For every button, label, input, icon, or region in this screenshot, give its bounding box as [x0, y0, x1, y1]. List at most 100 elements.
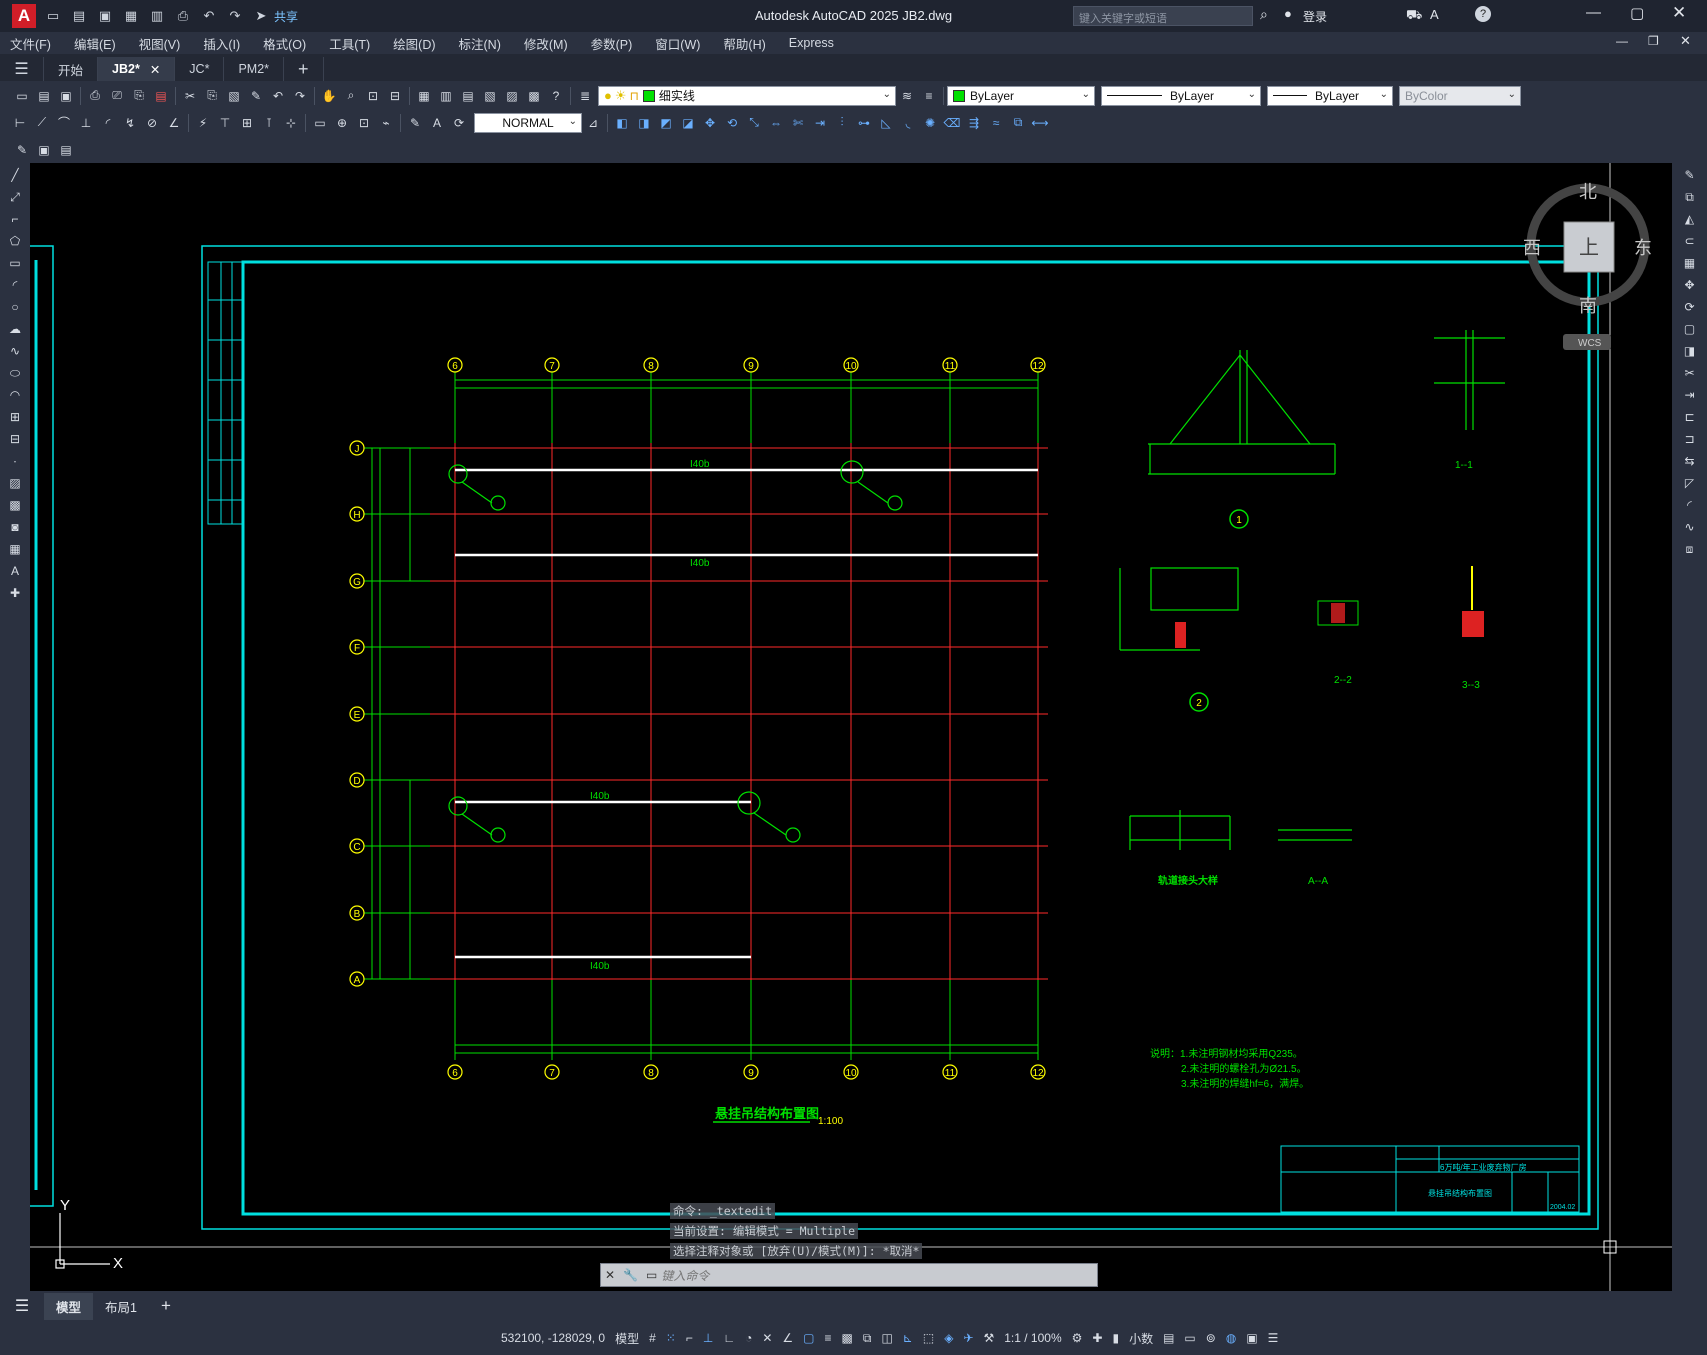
redo-icon[interactable]: ↷ — [290, 86, 310, 106]
hamburger-icon[interactable]: ☰ — [0, 57, 44, 81]
tab-close-icon[interactable]: ✕ — [150, 62, 160, 77]
annotation-autoscale-icon[interactable]: ⚒ — [983, 1331, 994, 1345]
dynamic-input-icon[interactable]: ⊥ — [703, 1331, 713, 1345]
menu-help[interactable]: 帮助(H) — [723, 34, 765, 53]
viewcube-north-label[interactable]: 北 — [1579, 182, 1597, 202]
construction-line-icon[interactable]: ⤢ — [4, 187, 26, 207]
viewcube-west-label[interactable]: 西 — [1523, 238, 1541, 258]
block-editor-icon[interactable]: ✎ — [12, 140, 32, 160]
save-as-icon[interactable]: ▦ — [121, 6, 141, 26]
publish-icon[interactable]: ⎘ — [129, 86, 149, 106]
markup-icon[interactable]: ▨ — [502, 86, 522, 106]
isolate-objects-icon[interactable]: ⊚ — [1206, 1331, 1216, 1345]
open-icon[interactable]: ▤ — [34, 86, 54, 106]
cart-icon[interactable]: ⛟ — [1406, 7, 1422, 25]
erase-icon[interactable]: ✎ — [1679, 165, 1701, 185]
save-icon[interactable]: ▣ — [95, 6, 115, 26]
save-icon[interactable]: ▣ — [56, 86, 76, 106]
close-button[interactable]: ✕ — [1672, 3, 1686, 23]
units-icon[interactable]: ▮ — [1112, 1331, 1119, 1345]
trim-icon[interactable]: ✂ — [1679, 363, 1701, 383]
menu-draw[interactable]: 绘图(D) — [393, 34, 435, 53]
search-icon[interactable]: ⌕ — [1260, 6, 1268, 23]
dim-ordinate-icon[interactable]: ⊥ — [76, 113, 96, 133]
plotstyle-dropdown[interactable]: ByColor ⌄ — [1399, 85, 1521, 106]
menu-file[interactable]: 文件(F) — [10, 34, 51, 53]
offset-icon[interactable]: ⊂ — [1679, 231, 1701, 251]
coordinates-readout[interactable]: 532100, -128029, 0 — [501, 1331, 605, 1345]
circle-icon[interactable]: ○ — [4, 297, 26, 317]
rotate-icon[interactable]: ⟳ — [1679, 297, 1701, 317]
search-input[interactable]: 键入关键字或短语 — [1073, 6, 1253, 26]
menu-parametric[interactable]: 参数(P) — [591, 34, 633, 53]
paste-icon[interactable]: ▧ — [224, 86, 244, 106]
line-icon[interactable]: ╱ — [4, 165, 26, 185]
design-center-icon[interactable]: ▥ — [436, 86, 456, 106]
share-label[interactable]: 共享 — [274, 8, 298, 25]
preview-icon[interactable]: ⎚ — [107, 86, 127, 106]
dim-linear-icon[interactable]: ⊢ — [10, 113, 30, 133]
help-icon[interactable]: ? — [546, 86, 566, 106]
customization-icon[interactable]: ☰ — [1268, 1331, 1279, 1345]
copy-icon[interactable]: ⧉ — [1679, 187, 1701, 207]
lineweight-dropdown[interactable]: ByLayer ⌄ — [1267, 85, 1393, 106]
login-button[interactable]: 登录 — [1303, 8, 1327, 25]
app-menu-button[interactable]: A — [12, 4, 36, 28]
explode-icon[interactable]: ✺ — [920, 113, 940, 133]
user-icon[interactable]: ● — [1284, 6, 1292, 21]
erase-icon[interactable]: ⌫ — [942, 113, 962, 133]
join-icon[interactable]: ⇆ — [1679, 451, 1701, 471]
dim-update-icon[interactable]: ⟳ — [449, 113, 469, 133]
lineweight-icon[interactable]: ≡ — [825, 1331, 832, 1345]
layer-previous-icon[interactable]: ≋ — [897, 86, 917, 106]
break-at-point-icon[interactable]: ⊏ — [1679, 407, 1701, 427]
spline-icon[interactable]: ∿ — [4, 341, 26, 361]
hatch-icon[interactable]: ▨ — [4, 473, 26, 493]
calculator-icon[interactable]: ▩ — [524, 86, 544, 106]
extend-icon[interactable]: ⇥ — [810, 113, 830, 133]
tolerance-icon[interactable]: ▭ — [310, 113, 330, 133]
units-dropdown[interactable]: 小数 — [1129, 1330, 1153, 1347]
plot-icon[interactable]: ⎙ — [173, 6, 193, 26]
open-file-icon[interactable]: ▤ — [69, 6, 89, 26]
move-icon[interactable]: ✥ — [700, 113, 720, 133]
layer-state-icon[interactable]: ≡ — [919, 86, 939, 106]
menu-format[interactable]: 格式(O) — [263, 34, 306, 53]
menu-edit[interactable]: 编辑(E) — [74, 34, 116, 53]
properties-icon[interactable]: ▦ — [414, 86, 434, 106]
doc-close-button[interactable]: ✕ — [1680, 33, 1691, 49]
mirror-icon[interactable]: ◭ — [1679, 209, 1701, 229]
dim-diameter-icon[interactable]: ⊘ — [142, 113, 162, 133]
undo-icon[interactable]: ↶ — [268, 86, 288, 106]
new-file-icon[interactable]: ▭ — [43, 6, 63, 26]
command-input[interactable]: 键入命令 — [661, 1267, 709, 1284]
zoom-realtime-icon[interactable]: ⌕ — [341, 86, 361, 106]
move-icon[interactable]: ✥ — [1679, 275, 1701, 295]
table-icon[interactable]: ▦ — [4, 539, 26, 559]
snap-icon[interactable]: ⁙ — [666, 1331, 676, 1345]
align-icon[interactable]: ⇶ — [964, 113, 984, 133]
mirror-icon[interactable]: ◨ — [634, 113, 654, 133]
scale-icon[interactable]: ⤡ — [744, 113, 764, 133]
menu-dimension[interactable]: 标注(N) — [459, 34, 501, 53]
match-prop-icon[interactable]: ✎ — [246, 86, 266, 106]
tab-start[interactable]: 开始 — [44, 57, 99, 81]
linetype-dropdown[interactable]: ByLayer ⌄ — [1101, 85, 1261, 106]
break-icon[interactable]: ⊐ — [1679, 429, 1701, 449]
gizmo-icon[interactable]: ◈ — [944, 1331, 953, 1345]
cut-icon[interactable]: ✂ — [180, 86, 200, 106]
fillet-icon[interactable]: ◜ — [1679, 495, 1701, 515]
tab-jb2[interactable]: JB2* ✕ — [98, 57, 176, 81]
layer-properties-icon[interactable]: ≣ — [575, 86, 595, 106]
close-icon[interactable]: ✕ — [605, 1268, 615, 1282]
offset-icon[interactable]: ◩ — [656, 113, 676, 133]
rotate-icon[interactable]: ⟲ — [722, 113, 742, 133]
infer-constraints-icon[interactable]: ⌐ — [686, 1331, 693, 1345]
point-icon[interactable]: ∙ — [4, 451, 26, 471]
stretch-icon[interactable]: ⇔ — [766, 113, 786, 133]
ellipse-icon[interactable]: ⬭ — [4, 363, 26, 383]
join-icon[interactable]: ⊶ — [854, 113, 874, 133]
menu-insert[interactable]: 插入(I) — [203, 34, 240, 53]
dimstyle-dropdown[interactable]: NORMAL ⌄ — [474, 112, 582, 133]
object-snap-icon[interactable]: ▢ — [803, 1331, 814, 1345]
